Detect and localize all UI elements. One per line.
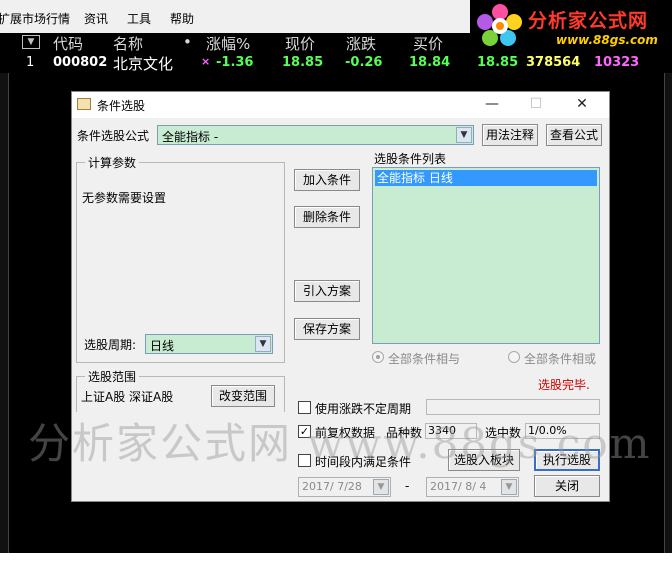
usage-notes-button[interactable]: 用法注释	[482, 124, 538, 146]
menu-tools[interactable]: 工具	[127, 10, 151, 27]
left-panel-edge	[0, 73, 9, 565]
status-text: 选股完毕.	[538, 378, 590, 392]
header-bid[interactable]: 买价	[413, 33, 443, 54]
menu-extended-market[interactable]: 扩展市场行情	[0, 10, 70, 27]
import-scheme-button[interactable]: 引入方案	[294, 280, 360, 302]
radio-all-and[interactable]	[372, 351, 384, 363]
condition-list[interactable]: 全能指标 日线	[372, 167, 600, 344]
close-icon[interactable]: ✕	[560, 92, 604, 118]
dialog-title: 条件选股	[97, 99, 146, 113]
app-window: 扩展市场行情 资讯 工具 帮助 ▼ 代码 名称 • 涨幅% 现价 涨跌 买价 1…	[0, 0, 672, 565]
stock-name: 北京文化	[113, 55, 174, 73]
bottom-strip	[0, 553, 672, 565]
stock-bid: 18.84	[409, 55, 451, 70]
window-icon	[77, 98, 91, 110]
no-params-text: 无参数需要设置	[82, 191, 167, 205]
stock-volume: 378564	[526, 55, 581, 70]
header-change[interactable]: 涨跌	[346, 33, 376, 54]
delete-condition-button[interactable]: 删除条件	[294, 206, 360, 228]
stock-change-pct: -1.36	[216, 55, 254, 70]
add-condition-button[interactable]: 加入条件	[294, 169, 360, 191]
date-from-field[interactable]: 2017/ 7/28 ▼	[298, 477, 391, 497]
maximize-button[interactable]: ☐	[514, 92, 558, 118]
header-price[interactable]: 现价	[285, 33, 315, 54]
range-group: 选股范围 上证A股 深证A股 改变范围	[76, 368, 285, 412]
menu-help[interactable]: 帮助	[170, 10, 194, 27]
header-name[interactable]: 名称	[113, 33, 143, 54]
period-select[interactable]: 日线 ▼	[145, 334, 273, 354]
minimize-button[interactable]: —	[470, 92, 514, 118]
column-selector-button[interactable]: ▼	[22, 35, 40, 49]
save-scheme-button[interactable]: 保存方案	[294, 318, 360, 340]
condition-list-label: 选股条件列表	[374, 152, 447, 166]
stock-change: -0.26	[345, 55, 383, 70]
view-formula-button[interactable]: 查看公式	[546, 124, 602, 146]
chevron-down-icon[interactable]: ▼	[456, 127, 472, 143]
table-row[interactable]: 1 000802 北京文化 × -1.36 18.85 -0.26 18.84 …	[0, 53, 672, 73]
radio-all-or[interactable]	[508, 351, 520, 363]
date-separator: -	[405, 479, 410, 493]
row-index: 1	[26, 55, 35, 70]
radio-all-and-label: 全部条件相与	[388, 352, 461, 366]
date-from-value: 2017/ 7/28	[302, 480, 362, 493]
logo-title: 分析家公式网	[528, 10, 649, 32]
range-group-title: 选股范围	[85, 368, 140, 385]
stock-mark: ×	[201, 55, 211, 68]
date-to-field[interactable]: 2017/ 8/ 4 ▼	[426, 477, 519, 497]
period-select-value: 日线	[150, 339, 175, 353]
params-group: 计算参数 无参数需要设置 选股周期: 日线 ▼	[76, 154, 285, 363]
formula-select-value: 全能指标 -	[162, 130, 219, 144]
header-code[interactable]: 代码	[53, 33, 83, 54]
radio-all-or-label: 全部条件相或	[524, 352, 597, 366]
dialog-titlebar[interactable]: 条件选股 — ☐ ✕	[72, 92, 609, 118]
chevron-down-icon[interactable]: ▼	[501, 479, 517, 495]
date-to-value: 2017/ 8/ 4	[430, 480, 487, 493]
flower-logo-icon	[477, 4, 522, 46]
params-group-title: 计算参数	[85, 154, 140, 171]
header-change-pct[interactable]: 涨幅%	[206, 33, 250, 54]
period-label: 选股周期:	[84, 338, 137, 352]
stock-current-volume: 10323	[594, 55, 640, 70]
formula-select[interactable]: 全能指标 - ▼	[157, 125, 474, 145]
close-dialog-button[interactable]: 关闭	[534, 475, 600, 497]
watermark: 分析家公式网 www.88gs.com	[28, 419, 652, 468]
range-text: 上证A股 深证A股	[81, 390, 174, 404]
logo-url: www.88gs.com	[556, 33, 658, 47]
list-item[interactable]: 全能指标 日线	[375, 170, 597, 186]
stock-ask: 18.85	[477, 55, 519, 70]
stock-price: 18.85	[282, 55, 324, 70]
change-range-button[interactable]: 改变范围	[211, 385, 275, 407]
site-logo: 分析家公式网 www.88gs.com	[470, 0, 672, 50]
menu-news[interactable]: 资讯	[84, 10, 108, 27]
header-dot: •	[183, 33, 192, 51]
chevron-down-icon[interactable]: ▼	[255, 336, 271, 352]
chevron-down-icon[interactable]: ▼	[373, 479, 389, 495]
scrollbar[interactable]	[664, 73, 672, 565]
stock-code: 000802	[53, 55, 108, 70]
formula-label: 条件选股公式	[77, 129, 150, 143]
